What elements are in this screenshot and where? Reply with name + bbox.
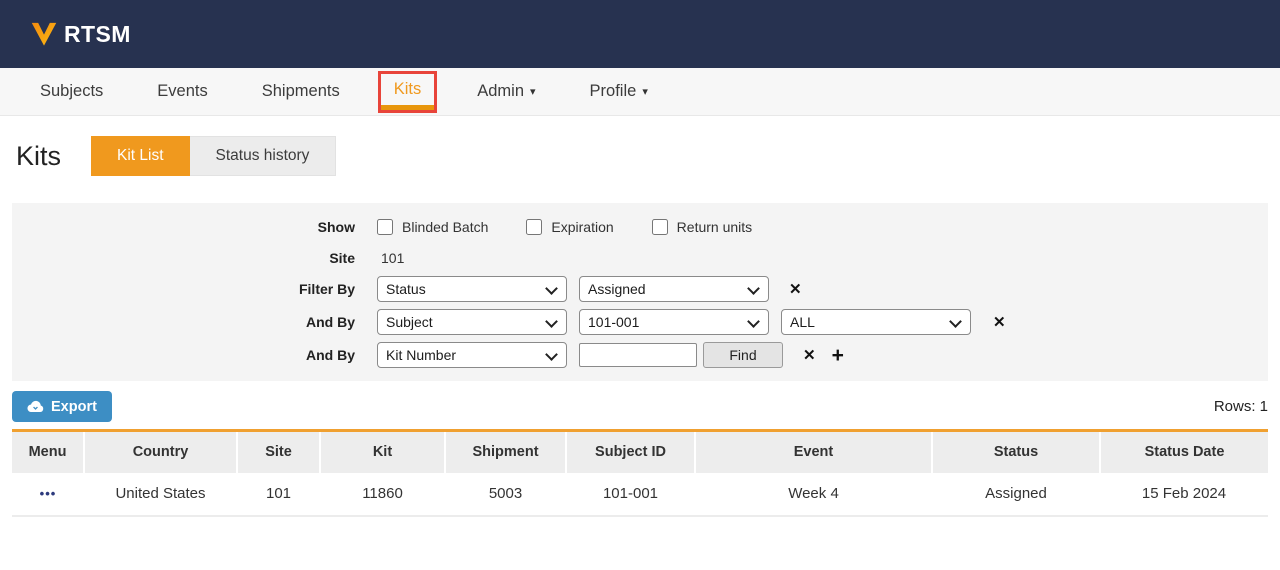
return-units-label: Return units xyxy=(677,219,752,235)
return-units-checkbox-group: Return units xyxy=(652,219,752,235)
col-menu: Menu xyxy=(12,431,84,473)
nav-item-admin[interactable]: Admin ▾ xyxy=(477,82,535,101)
export-button[interactable]: Export xyxy=(12,391,112,422)
and-by-label: And By xyxy=(12,314,355,330)
page-header: Kits Kit List Status history xyxy=(16,136,1280,176)
tab-kit-list[interactable]: Kit List xyxy=(91,136,190,176)
and-by-label: And By xyxy=(12,347,355,363)
remove-filter-icon[interactable]: ✕ xyxy=(789,280,802,298)
top-header: RTSM xyxy=(0,0,1280,68)
rows-count: Rows: 1 xyxy=(1214,398,1268,415)
subject-scope-select[interactable]: ALL xyxy=(781,309,971,335)
subject-filter-select-wrap: Subject xyxy=(377,309,567,335)
row-menu-icon[interactable]: ••• xyxy=(40,486,57,501)
brand-name: RTSM xyxy=(64,21,131,48)
col-kit: Kit xyxy=(320,431,445,473)
blinded-batch-checkbox[interactable] xyxy=(377,219,393,235)
col-shipment: Shipment xyxy=(445,431,566,473)
cell-kit: 11860 xyxy=(320,473,445,516)
cell-country: United States xyxy=(84,473,237,516)
blinded-batch-checkbox-group: Blinded Batch xyxy=(377,219,488,235)
cell-status: Assigned xyxy=(932,473,1100,516)
cell-event: Week 4 xyxy=(695,473,932,516)
col-status: Status xyxy=(932,431,1100,473)
filter-field-select-wrap: Status xyxy=(377,276,567,302)
subject-scope-select-wrap: ALL xyxy=(781,309,971,335)
nav-item-profile[interactable]: Profile ▾ xyxy=(590,82,648,101)
and-by-row-1: And By Subject 101-001 ALL ✕ xyxy=(12,308,1268,336)
nav-item-events[interactable]: Events xyxy=(157,82,207,101)
tab-status-history[interactable]: Status history xyxy=(190,136,337,176)
status-filter-select[interactable]: Status xyxy=(377,276,567,302)
remove-filter-icon[interactable]: ✕ xyxy=(993,313,1006,331)
nav-item-shipments[interactable]: Shipments xyxy=(262,82,340,101)
find-button[interactable]: Find xyxy=(703,342,783,368)
chevron-down-icon: ▾ xyxy=(642,85,648,98)
filter-by-row: Filter By Status Assigned ✕ xyxy=(12,275,1268,303)
subject-value-select-wrap: 101-001 xyxy=(579,309,769,335)
site-label: Site xyxy=(12,250,355,266)
kits-table: Menu Country Site Kit Shipment Subject I… xyxy=(12,429,1268,517)
cell-shipment: 5003 xyxy=(445,473,566,516)
col-site: Site xyxy=(237,431,320,473)
remove-filter-icon[interactable]: ✕ xyxy=(803,346,816,364)
subject-filter-select[interactable]: Subject xyxy=(377,309,567,335)
active-tab-underline xyxy=(381,105,435,110)
expiration-label: Expiration xyxy=(551,219,613,235)
add-filter-icon[interactable]: + xyxy=(832,345,844,366)
page-title: Kits xyxy=(16,141,61,172)
nav-admin-label: Admin xyxy=(477,82,524,101)
kit-number-filter-select[interactable]: Kit Number xyxy=(377,342,567,368)
cell-subject-id: 101-001 xyxy=(566,473,695,516)
status-value-select[interactable]: Assigned xyxy=(579,276,769,302)
main-nav: Subjects Events Shipments Kits Admin ▾ P… xyxy=(0,68,1280,116)
filter-panel: Show Blinded Batch Expiration Return uni… xyxy=(12,203,1268,381)
col-country: Country xyxy=(84,431,237,473)
col-status-date: Status Date xyxy=(1100,431,1268,473)
nav-profile-label: Profile xyxy=(590,82,637,101)
table-header-row: Menu Country Site Kit Shipment Subject I… xyxy=(12,431,1268,473)
table-row: ••• United States 101 11860 5003 101-001… xyxy=(12,473,1268,516)
view-tabs: Kit List Status history xyxy=(91,136,336,176)
subject-value-select[interactable]: 101-001 xyxy=(579,309,769,335)
return-units-checkbox[interactable] xyxy=(652,219,668,235)
brand-logo: RTSM xyxy=(30,21,131,48)
blinded-batch-label: Blinded Batch xyxy=(402,219,488,235)
show-label: Show xyxy=(12,219,355,235)
cell-status-date: 15 Feb 2024 xyxy=(1100,473,1268,516)
kit-number-filter-select-wrap: Kit Number xyxy=(377,342,567,368)
kit-number-input[interactable] xyxy=(579,343,697,367)
nav-item-subjects[interactable]: Subjects xyxy=(40,82,103,101)
and-by-row-2: And By Kit Number Find ✕ + xyxy=(12,341,1268,369)
cloud-download-icon xyxy=(27,400,44,413)
expiration-checkbox[interactable] xyxy=(526,219,542,235)
nav-item-kits[interactable]: Kits xyxy=(394,80,422,98)
col-event: Event xyxy=(695,431,932,473)
expiration-checkbox-group: Expiration xyxy=(526,219,613,235)
export-label: Export xyxy=(51,399,97,415)
chevron-down-icon: ▾ xyxy=(530,85,536,98)
filter-value-select-wrap: Assigned xyxy=(579,276,769,302)
site-row: Site 101 xyxy=(12,246,1268,270)
cell-site: 101 xyxy=(237,473,320,516)
col-subject-id: Subject ID xyxy=(566,431,695,473)
table-toolbar: Export Rows: 1 xyxy=(12,391,1268,422)
veeva-v-icon xyxy=(30,21,58,47)
kits-annotation-box: Kits xyxy=(378,71,438,113)
show-row: Show Blinded Batch Expiration Return uni… xyxy=(12,213,1268,241)
filter-by-label: Filter By xyxy=(12,281,355,297)
site-value: 101 xyxy=(381,250,404,266)
